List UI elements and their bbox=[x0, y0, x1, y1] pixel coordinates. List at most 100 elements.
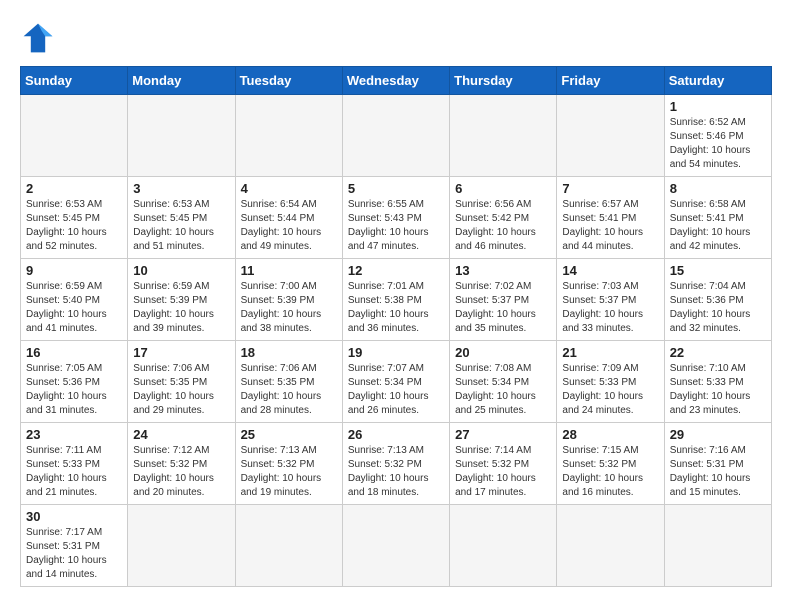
day-number: 17 bbox=[133, 345, 229, 360]
day-info: Sunrise: 7:16 AM Sunset: 5:31 PM Dayligh… bbox=[670, 444, 766, 500]
day-number: 14 bbox=[562, 263, 658, 278]
calendar-cell: 7 Sunrise: 6:57 AM Sunset: 5:41 PM Daylig… bbox=[557, 177, 664, 259]
day-info: Sunrise: 6:55 AM Sunset: 5:43 PM Dayligh… bbox=[348, 198, 444, 254]
calendar-cell bbox=[664, 505, 771, 587]
calendar-cell: 18 Sunrise: 7:06 AM Sunset: 5:35 PM Dayli… bbox=[235, 341, 342, 423]
day-info: Sunrise: 6:59 AM Sunset: 5:40 PM Dayligh… bbox=[26, 280, 122, 336]
day-number: 28 bbox=[562, 427, 658, 442]
calendar-week-4: 23Sunrise: 7:11 AM Sunset: 5:33 PM Dayli… bbox=[21, 423, 772, 505]
calendar-cell: 17Sunrise: 7:06 AM Sunset: 5:35 PM Dayli… bbox=[128, 341, 235, 423]
day-info: Sunrise: 7:05 AM Sunset: 5:36 PM Dayligh… bbox=[26, 362, 122, 418]
day-number: 5 bbox=[348, 181, 444, 196]
day-number: 15 bbox=[670, 263, 766, 278]
day-info: Sunrise: 7:03 AM Sunset: 5:37 PM Dayligh… bbox=[562, 280, 658, 336]
day-info: Sunrise: 6:56 AM Sunset: 5:42 PM Dayligh… bbox=[455, 198, 551, 254]
calendar-cell bbox=[557, 95, 664, 177]
calendar-cell: 13 Sunrise: 7:02 AM Sunset: 5:37 PM Dayli… bbox=[450, 259, 557, 341]
calendar-cell: 27Sunrise: 7:14 AM Sunset: 5:32 PM Dayli… bbox=[450, 423, 557, 505]
logo bbox=[20, 20, 62, 56]
day-info: Sunrise: 7:10 AM Sunset: 5:33 PM Dayligh… bbox=[670, 362, 766, 418]
day-info: Sunrise: 6:53 AM Sunset: 5:45 PM Dayligh… bbox=[133, 198, 229, 254]
calendar-cell: 25 Sunrise: 7:13 AM Sunset: 5:32 PM Dayli… bbox=[235, 423, 342, 505]
calendar-cell bbox=[235, 505, 342, 587]
calendar-cell: 26 Sunrise: 7:13 AM Sunset: 5:32 PM Dayli… bbox=[342, 423, 449, 505]
calendar-cell: 21Sunrise: 7:09 AM Sunset: 5:33 PM Dayli… bbox=[557, 341, 664, 423]
day-info: Sunrise: 7:13 AM Sunset: 5:32 PM Dayligh… bbox=[348, 444, 444, 500]
day-info: Sunrise: 7:12 AM Sunset: 5:32 PM Dayligh… bbox=[133, 444, 229, 500]
calendar-cell bbox=[128, 505, 235, 587]
day-number: 18 bbox=[241, 345, 337, 360]
day-number: 8 bbox=[670, 181, 766, 196]
day-number: 12 bbox=[348, 263, 444, 278]
calendar-cell: 29 Sunrise: 7:16 AM Sunset: 5:31 PM Dayli… bbox=[664, 423, 771, 505]
day-number: 29 bbox=[670, 427, 766, 442]
calendar-cell: 3 Sunrise: 6:53 AM Sunset: 5:45 PM Daylig… bbox=[128, 177, 235, 259]
day-info: Sunrise: 7:17 AM Sunset: 5:31 PM Dayligh… bbox=[26, 526, 122, 582]
calendar-cell: 14 Sunrise: 7:03 AM Sunset: 5:37 PM Dayli… bbox=[557, 259, 664, 341]
day-number: 13 bbox=[455, 263, 551, 278]
calendar-cell: 22 Sunrise: 7:10 AM Sunset: 5:33 PM Dayli… bbox=[664, 341, 771, 423]
day-number: 22 bbox=[670, 345, 766, 360]
calendar-cell: 6 Sunrise: 6:56 AM Sunset: 5:42 PM Daylig… bbox=[450, 177, 557, 259]
day-info: Sunrise: 7:08 AM Sunset: 5:34 PM Dayligh… bbox=[455, 362, 551, 418]
day-number: 7 bbox=[562, 181, 658, 196]
calendar-cell bbox=[128, 95, 235, 177]
day-number: 27 bbox=[455, 427, 551, 442]
day-info: Sunrise: 6:52 AM Sunset: 5:46 PM Dayligh… bbox=[670, 116, 766, 172]
day-number: 4 bbox=[241, 181, 337, 196]
calendar-cell: 11Sunrise: 7:00 AM Sunset: 5:39 PM Dayli… bbox=[235, 259, 342, 341]
day-number: 23 bbox=[26, 427, 122, 442]
calendar-cell: 12 Sunrise: 7:01 AM Sunset: 5:38 PM Dayli… bbox=[342, 259, 449, 341]
calendar-cell: 9Sunrise: 6:59 AM Sunset: 5:40 PM Daylig… bbox=[21, 259, 128, 341]
day-info: Sunrise: 6:59 AM Sunset: 5:39 PM Dayligh… bbox=[133, 280, 229, 336]
calendar-week-2: 9Sunrise: 6:59 AM Sunset: 5:40 PM Daylig… bbox=[21, 259, 772, 341]
calendar-cell: 28 Sunrise: 7:15 AM Sunset: 5:32 PM Dayli… bbox=[557, 423, 664, 505]
calendar-cell bbox=[450, 95, 557, 177]
calendar-week-1: 2 Sunrise: 6:53 AM Sunset: 5:45 PM Daylig… bbox=[21, 177, 772, 259]
calendar-cell bbox=[342, 505, 449, 587]
header-saturday: Saturday bbox=[664, 67, 771, 95]
calendar-cell: 19 Sunrise: 7:07 AM Sunset: 5:34 PM Dayli… bbox=[342, 341, 449, 423]
calendar-cell: 10Sunrise: 6:59 AM Sunset: 5:39 PM Dayli… bbox=[128, 259, 235, 341]
day-number: 19 bbox=[348, 345, 444, 360]
calendar-cell: 4Sunrise: 6:54 AM Sunset: 5:44 PM Daylig… bbox=[235, 177, 342, 259]
day-info: Sunrise: 7:07 AM Sunset: 5:34 PM Dayligh… bbox=[348, 362, 444, 418]
day-number: 1 bbox=[670, 99, 766, 114]
calendar-header-row: SundayMondayTuesdayWednesdayThursdayFrid… bbox=[21, 67, 772, 95]
header-monday: Monday bbox=[128, 67, 235, 95]
day-info: Sunrise: 7:06 AM Sunset: 5:35 PM Dayligh… bbox=[241, 362, 337, 418]
calendar-cell: 30 Sunrise: 7:17 AM Sunset: 5:31 PM Dayli… bbox=[21, 505, 128, 587]
calendar-cell: 5 Sunrise: 6:55 AM Sunset: 5:43 PM Daylig… bbox=[342, 177, 449, 259]
day-info: Sunrise: 7:00 AM Sunset: 5:39 PM Dayligh… bbox=[241, 280, 337, 336]
calendar-cell: 24 Sunrise: 7:12 AM Sunset: 5:32 PM Dayli… bbox=[128, 423, 235, 505]
calendar-week-3: 16 Sunrise: 7:05 AM Sunset: 5:36 PM Dayli… bbox=[21, 341, 772, 423]
page-header bbox=[20, 20, 772, 56]
day-info: Sunrise: 7:09 AM Sunset: 5:33 PM Dayligh… bbox=[562, 362, 658, 418]
calendar-week-5: 30 Sunrise: 7:17 AM Sunset: 5:31 PM Dayli… bbox=[21, 505, 772, 587]
calendar-cell bbox=[21, 95, 128, 177]
calendar-cell: 16 Sunrise: 7:05 AM Sunset: 5:36 PM Dayli… bbox=[21, 341, 128, 423]
day-info: Sunrise: 7:02 AM Sunset: 5:37 PM Dayligh… bbox=[455, 280, 551, 336]
header-sunday: Sunday bbox=[21, 67, 128, 95]
day-number: 24 bbox=[133, 427, 229, 442]
calendar-week-0: 1 Sunrise: 6:52 AM Sunset: 5:46 PM Daylig… bbox=[21, 95, 772, 177]
header-tuesday: Tuesday bbox=[235, 67, 342, 95]
day-number: 3 bbox=[133, 181, 229, 196]
calendar-cell: 1 Sunrise: 6:52 AM Sunset: 5:46 PM Daylig… bbox=[664, 95, 771, 177]
calendar: SundayMondayTuesdayWednesdayThursdayFrid… bbox=[20, 66, 772, 587]
day-number: 2 bbox=[26, 181, 122, 196]
day-info: Sunrise: 7:15 AM Sunset: 5:32 PM Dayligh… bbox=[562, 444, 658, 500]
calendar-cell: 23Sunrise: 7:11 AM Sunset: 5:33 PM Dayli… bbox=[21, 423, 128, 505]
day-info: Sunrise: 6:53 AM Sunset: 5:45 PM Dayligh… bbox=[26, 198, 122, 254]
day-info: Sunrise: 6:57 AM Sunset: 5:41 PM Dayligh… bbox=[562, 198, 658, 254]
day-number: 25 bbox=[241, 427, 337, 442]
day-info: Sunrise: 7:01 AM Sunset: 5:38 PM Dayligh… bbox=[348, 280, 444, 336]
header-thursday: Thursday bbox=[450, 67, 557, 95]
day-info: Sunrise: 7:13 AM Sunset: 5:32 PM Dayligh… bbox=[241, 444, 337, 500]
day-number: 26 bbox=[348, 427, 444, 442]
calendar-cell bbox=[557, 505, 664, 587]
day-number: 30 bbox=[26, 509, 122, 524]
day-number: 6 bbox=[455, 181, 551, 196]
day-number: 16 bbox=[26, 345, 122, 360]
calendar-cell bbox=[450, 505, 557, 587]
